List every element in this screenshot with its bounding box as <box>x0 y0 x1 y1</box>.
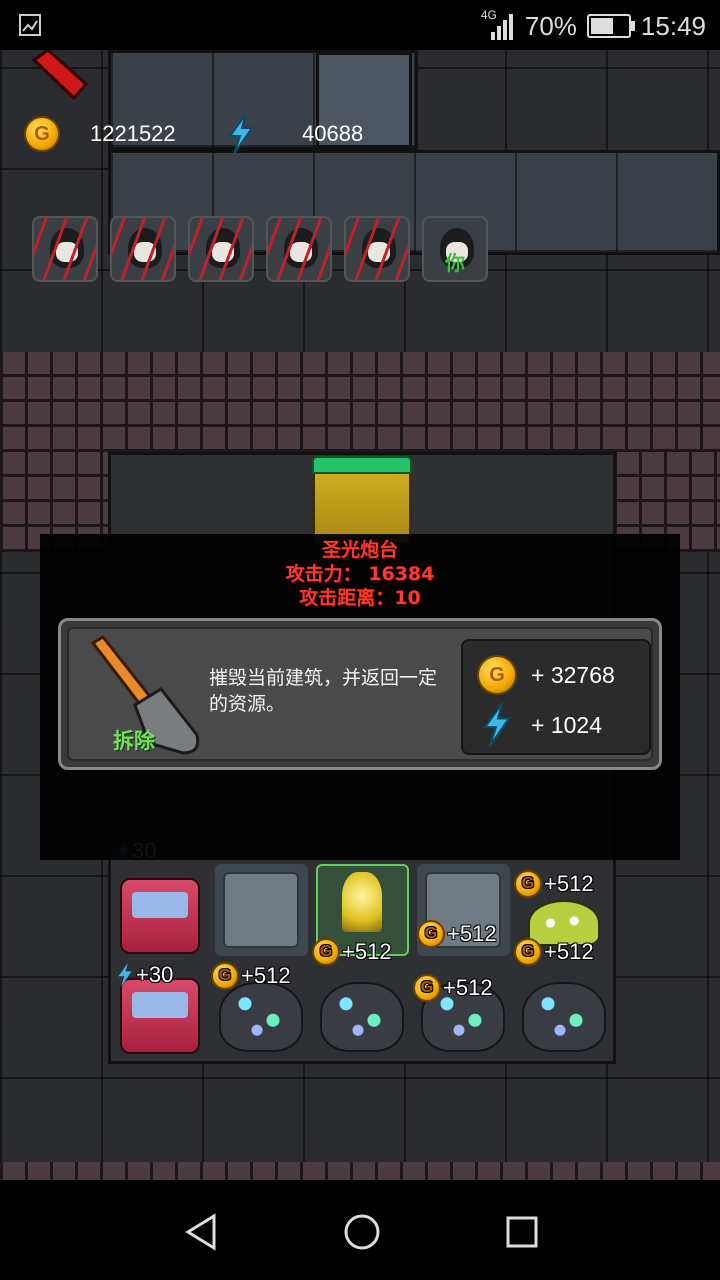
navigation-bar <box>0 1180 720 1280</box>
gold-coin-icon: G <box>417 920 445 948</box>
brick-wall <box>0 352 720 452</box>
demolish-reward-box: G + 32768 + 1024 <box>461 639 651 755</box>
energy-gain-label: +30 <box>116 962 173 988</box>
demolish-button-label[interactable]: 拆除 <box>113 725 155 755</box>
energy-amount: 40688 <box>302 121 364 146</box>
player-slot-self[interactable]: 你 <box>422 216 488 282</box>
building-range: 攻击距离：10 <box>299 587 421 609</box>
gold-gain-value: +512 <box>544 871 594 896</box>
image-notification-icon <box>19 14 41 36</box>
demolish-panel: 拆除 摧毁当前建筑，并返回一定的资源。 G + 32768 + 1024 <box>58 618 662 770</box>
reward-energy-value: + 1024 <box>531 711 602 738</box>
battery-percent: 70% <box>524 10 577 41</box>
gold-coin-icon: G <box>24 116 60 152</box>
battery-icon <box>586 14 635 38</box>
you-label: 你 <box>445 251 465 275</box>
building-popup: 圣光炮台 攻击力： 16384 攻击距离：10 拆除 摧毁当前建筑，并返回一定的… <box>40 534 680 860</box>
crystal-ore <box>320 982 404 1052</box>
demolish-panel-inner: 拆除 摧毁当前建筑，并返回一定的资源。 G + 32768 + 1024 <box>67 627 653 761</box>
gold-gain-value: +512 <box>447 921 497 946</box>
claw-mark-icon <box>112 218 174 280</box>
game-view[interactable]: G 1221522 40688 你 30 <box>0 50 720 1180</box>
arcade-machine-tile[interactable]: 30 <box>110 838 211 960</box>
building-info: 圣光炮台 攻击力： 16384 攻击距离：10 <box>40 538 680 610</box>
gold-gain-label: G +512 <box>417 920 497 948</box>
gold-gain-value: +512 <box>241 963 291 988</box>
gold-gain-label: G +512 <box>413 974 493 1002</box>
gold-coin-icon: G <box>413 974 441 1002</box>
building-name: 圣光炮台 <box>321 539 398 561</box>
reward-energy-row: + 1024 <box>477 703 602 747</box>
crystal-ore <box>219 982 303 1052</box>
gold-coin-icon: G <box>514 870 542 898</box>
status-bar: 4G 70% 15:49 <box>0 0 720 50</box>
reward-gold-value: + 32768 <box>531 661 615 688</box>
mushroom-tile[interactable]: G +512 G +512 <box>514 860 615 966</box>
claw-mark-icon <box>34 218 96 280</box>
turret-icon <box>342 872 382 932</box>
wrench-hammer-icon <box>223 872 299 948</box>
back-arrow-icon[interactable] <box>30 50 90 100</box>
energy-counter: 40688 <box>226 114 364 154</box>
claw-mark-icon <box>346 218 408 280</box>
empty-slot-tile[interactable]: G +512 <box>413 860 514 960</box>
gold-gain-value: +512 <box>443 975 493 1000</box>
gold-gain-label: G +512 <box>514 870 594 898</box>
player-list: 你 <box>32 216 488 282</box>
door-health-bar <box>312 456 412 474</box>
arcade-machine <box>120 978 200 1054</box>
back-nav-icon[interactable] <box>180 1210 224 1254</box>
claw-mark-icon <box>190 218 252 280</box>
holy-light-turret-tile[interactable]: G +512 <box>312 860 413 966</box>
signal-icon: 4G <box>481 8 515 40</box>
gold-coin-icon: G <box>211 962 239 990</box>
crystal-ore-tile[interactable]: G +512 <box>211 960 312 1060</box>
player-slot-destroyed[interactable] <box>266 216 332 282</box>
home-nav-icon[interactable] <box>340 1210 384 1254</box>
arcade-machine <box>120 878 200 954</box>
gold-gain-label: G +512 <box>211 962 291 990</box>
reward-gold-row: G + 32768 <box>477 655 615 695</box>
crystal-ore-tile[interactable] <box>312 960 413 1060</box>
gold-amount: 1221522 <box>90 121 176 146</box>
building-attack: 攻击力： 16384 <box>285 563 435 585</box>
crystal-ore-tile[interactable]: G +512 <box>413 960 514 1060</box>
player-slot-destroyed[interactable] <box>32 216 98 282</box>
gold-counter: G 1221522 <box>24 116 176 152</box>
brick-wall-bottom <box>0 1162 720 1180</box>
crystal-ore-tile[interactable] <box>514 960 615 1060</box>
player-slot-destroyed[interactable] <box>344 216 410 282</box>
player-slot-destroyed[interactable] <box>110 216 176 282</box>
energy-gain-value: +30 <box>136 962 174 987</box>
clock: 15:49 <box>640 10 706 41</box>
recents-nav-icon[interactable] <box>500 1210 544 1254</box>
lightning-icon <box>118 963 132 987</box>
demolish-description: 摧毁当前建筑，并返回一定的资源。 <box>209 667 438 715</box>
player-slot-destroyed[interactable] <box>188 216 254 282</box>
lightning-icon <box>228 114 254 154</box>
claw-mark-icon <box>268 218 330 280</box>
lightning-icon <box>482 703 512 747</box>
arcade-machine-tile[interactable]: +30 <box>110 960 211 1060</box>
empty-slot-tile[interactable] <box>211 860 312 960</box>
gold-coin-icon: G <box>477 655 517 695</box>
crystal-ore <box>522 982 606 1052</box>
building-grid: 30 G +512 G +512 G +5 <box>110 838 615 1060</box>
